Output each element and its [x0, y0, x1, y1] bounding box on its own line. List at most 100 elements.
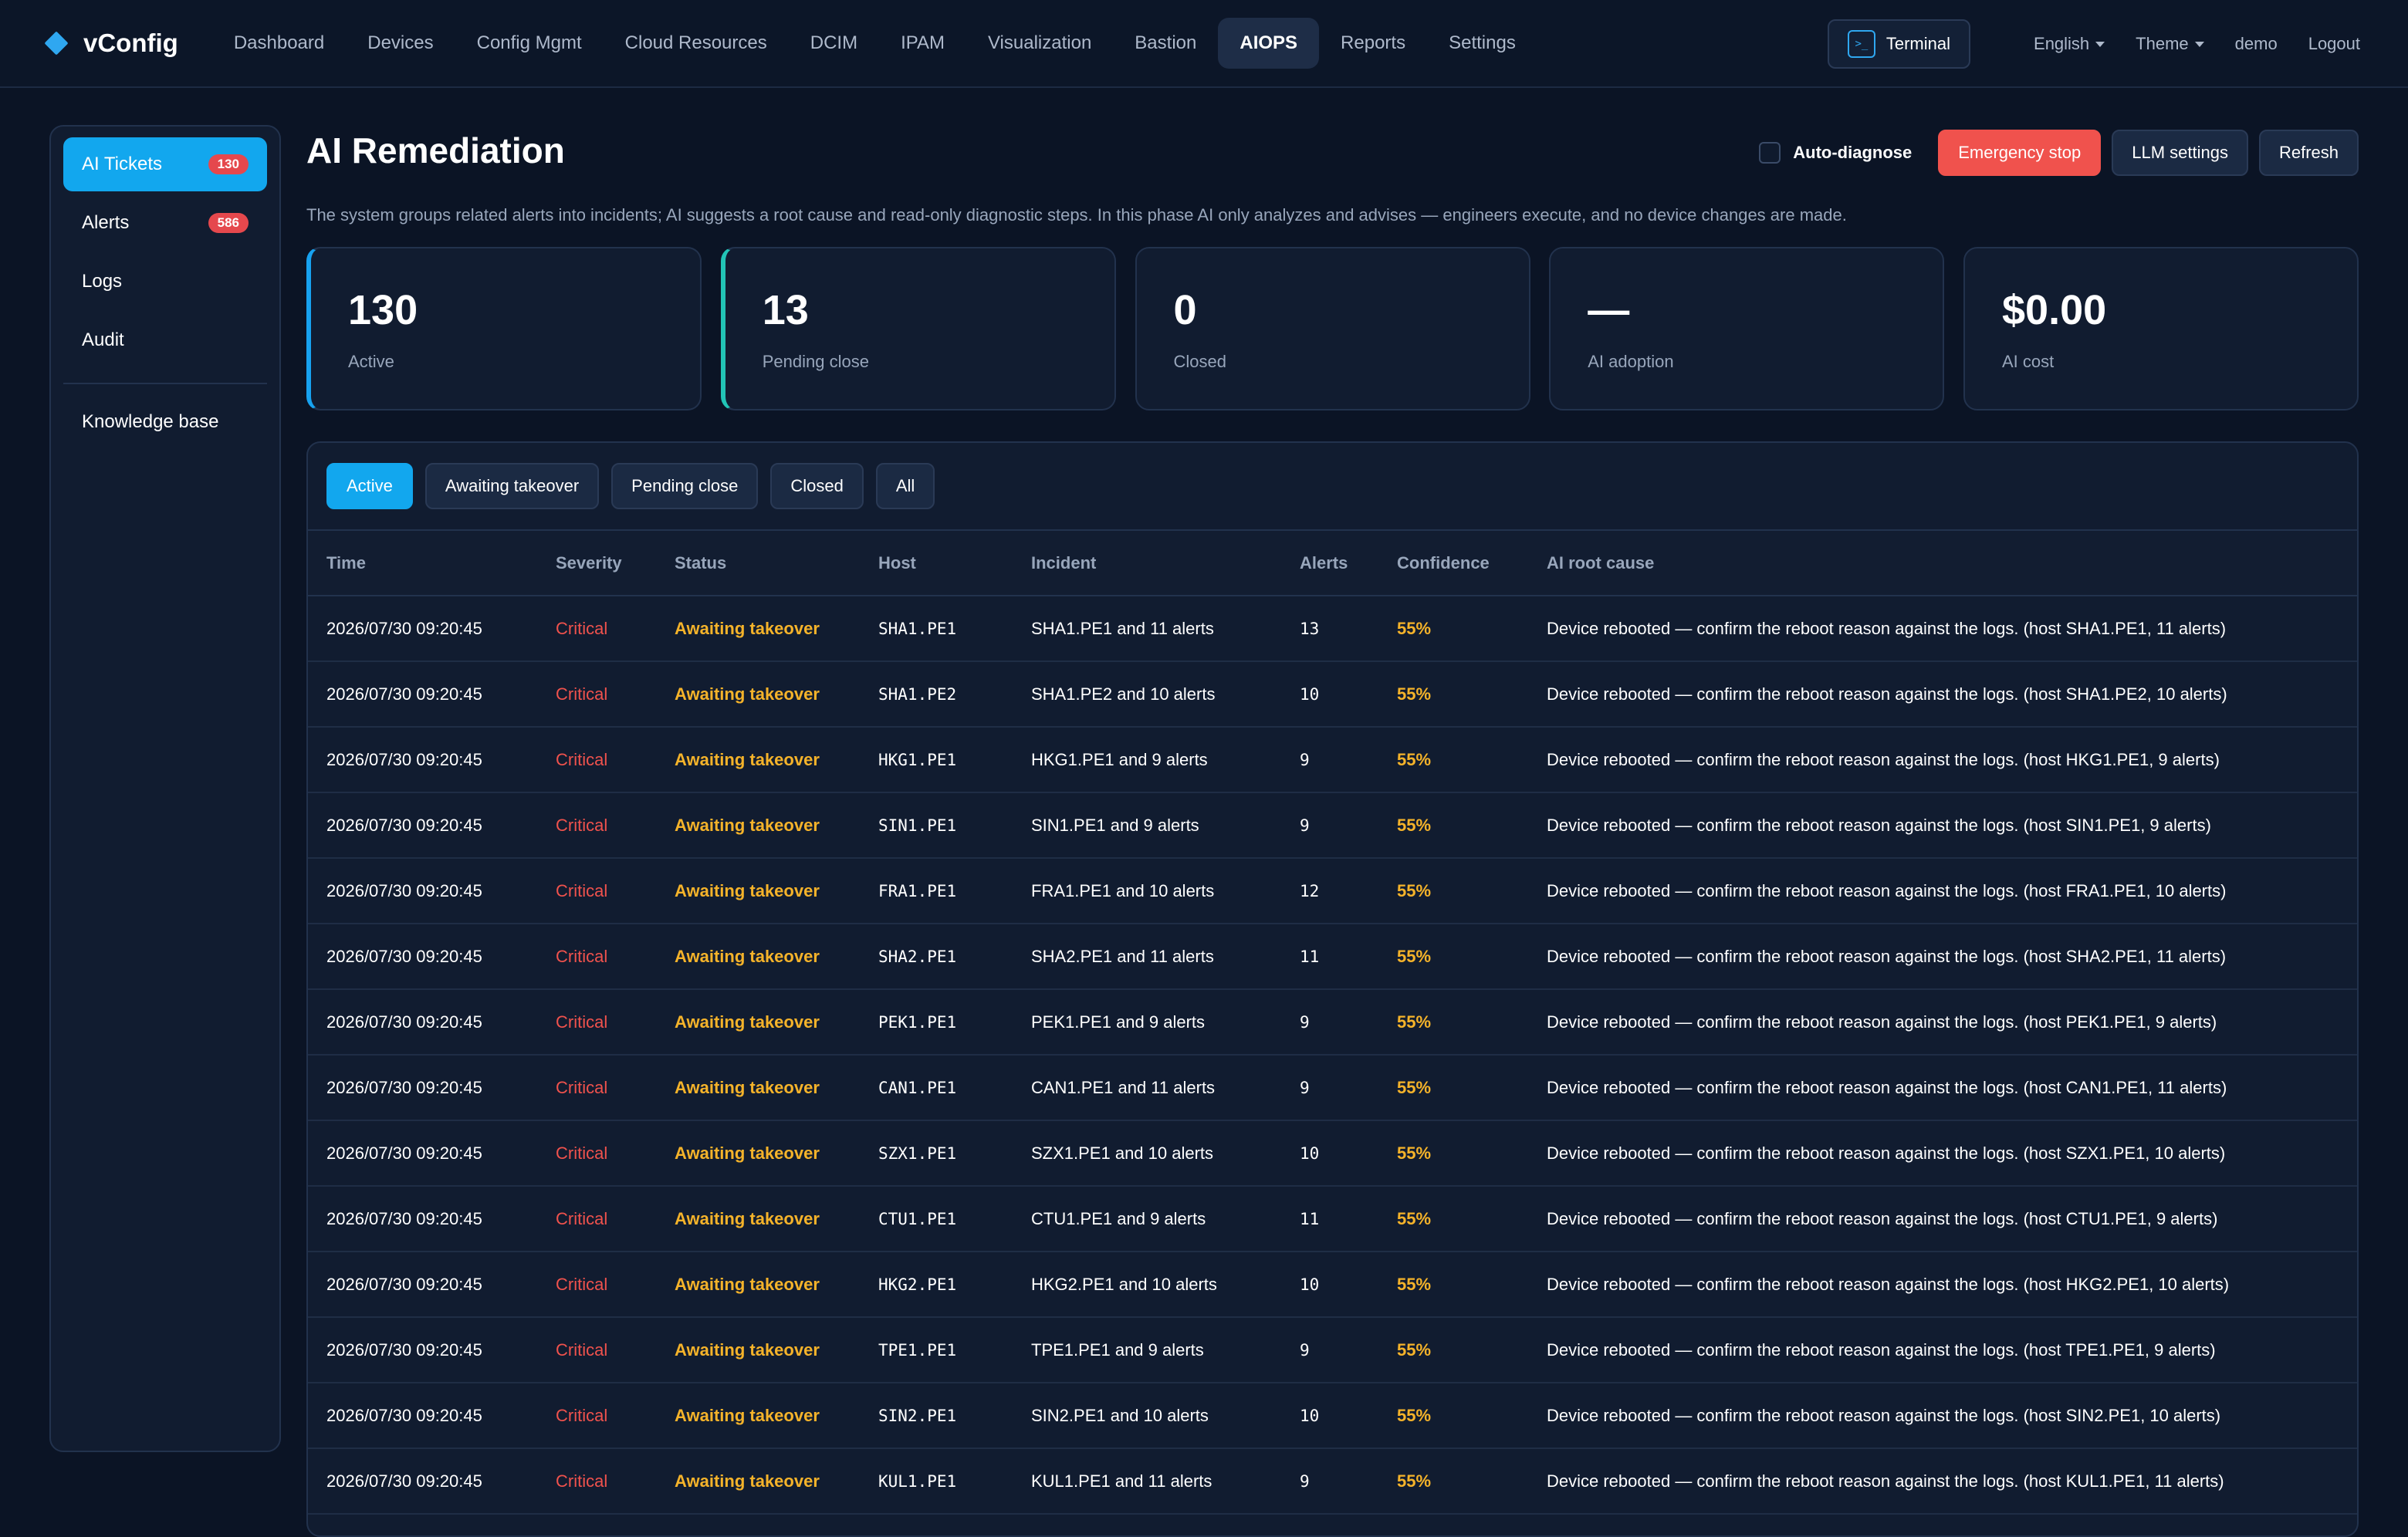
table-row[interactable]: 2026/07/30 09:20:45 Critical Awaiting take…	[308, 1252, 2357, 1318]
cell-host: HKG1.PE1	[860, 727, 1013, 793]
brand-name: vConfig	[83, 29, 178, 57]
cell-status: Awaiting takeover	[656, 1317, 860, 1383]
cell-severity: Critical	[537, 924, 656, 990]
sidebar-item-alerts[interactable]: Alerts 586	[63, 196, 267, 250]
cell-ai-root-cause: Device rebooted — confirm the reboot rea…	[1528, 858, 2357, 924]
llm-settings-button[interactable]: LLM settings	[2112, 130, 2248, 176]
chevron-down-icon	[2194, 41, 2204, 47]
terminal-label: Terminal	[1885, 34, 1951, 53]
main-nav: Dashboard Devices Config Mgmt Cloud Reso…	[212, 18, 1537, 69]
cell-status: Awaiting takeover	[656, 1252, 860, 1318]
cell-status: Awaiting takeover	[656, 858, 860, 924]
cell-alerts: 10	[1281, 1383, 1378, 1449]
nav-ipam[interactable]: IPAM	[879, 18, 966, 69]
cell-severity: Critical	[537, 1383, 656, 1449]
table-row[interactable]: 2026/07/30 09:20:45 Critical Awaiting take…	[308, 1383, 2357, 1449]
cell-ai-root-cause: Device rebooted — confirm the reboot rea…	[1528, 596, 2357, 662]
theme-label: Theme	[2136, 34, 2189, 53]
table-row[interactable]: 2026/07/30 09:20:45 Critical Awaiting take…	[308, 1120, 2357, 1187]
table-row[interactable]: 2026/07/30 09:20:45 Critical Awaiting take…	[308, 727, 2357, 793]
auto-diagnose-label[interactable]: Auto-diagnose	[1793, 143, 1912, 163]
auto-diagnose-checkbox[interactable]	[1759, 142, 1781, 164]
table-row[interactable]: 2026/07/30 09:20:45 Critical Awaiting take…	[308, 1186, 2357, 1252]
nav-bastion[interactable]: Bastion	[1113, 18, 1218, 69]
cell-incident: SHA1.PE1 and 11 alerts	[1013, 596, 1281, 662]
table-row[interactable]: 2026/07/30 09:20:45 Critical Awaiting take…	[308, 792, 2357, 859]
col-ai-root-cause[interactable]: AI root cause	[1528, 531, 2357, 596]
table-row[interactable]: 2026/07/30 09:20:45 Critical Awaiting take…	[308, 1055, 2357, 1121]
cell-ai-root-cause: Device rebooted — confirm the reboot rea…	[1528, 989, 2357, 1056]
theme-dropdown[interactable]: Theme	[2136, 34, 2204, 54]
stat-label: AI adoption	[1588, 352, 1674, 371]
filter-pending-close[interactable]: Pending close	[611, 463, 759, 509]
language-dropdown[interactable]: English	[2034, 34, 2105, 54]
nav-aiops[interactable]: AIOPS	[1218, 18, 1320, 69]
sidebar-item-ai-tickets[interactable]: AI Tickets 130	[63, 137, 267, 191]
cell-incident: CTU1.PE1 and 9 alerts	[1013, 1186, 1281, 1252]
sidebar-item-audit[interactable]: Audit	[63, 313, 267, 367]
nav-dcim[interactable]: DCIM	[789, 18, 879, 69]
nav-settings[interactable]: Settings	[1427, 18, 1537, 69]
cell-status: Awaiting takeover	[656, 1120, 860, 1187]
nav-config-mgmt[interactable]: Config Mgmt	[455, 18, 604, 69]
cell-confidence: 55%	[1378, 858, 1528, 924]
nav-reports[interactable]: Reports	[1319, 18, 1427, 69]
nav-dashboard[interactable]: Dashboard	[212, 18, 346, 69]
refresh-button[interactable]: Refresh	[2258, 130, 2359, 176]
cell-time: 2026/07/30 09:20:45	[308, 1383, 537, 1449]
nav-visualization[interactable]: Visualization	[966, 18, 1113, 69]
table-row[interactable]: 2026/07/30 09:20:45 Critical Awaiting take…	[308, 989, 2357, 1056]
brand[interactable]: vConfig	[44, 29, 178, 58]
cell-alerts: 9	[1281, 792, 1378, 859]
table-row[interactable]: 2026/07/30 09:20:45 Critical Awaiting take…	[308, 596, 2357, 662]
cell-host: SHA1.PE2	[860, 661, 1013, 728]
col-time[interactable]: Time	[308, 531, 537, 596]
table-row[interactable]: 2026/07/30 09:20:45 Critical Awaiting take…	[308, 858, 2357, 924]
stat-card-active: 130 Active	[306, 247, 702, 410]
stat-card-ai-adoption: — AI adoption	[1549, 247, 1945, 410]
col-host[interactable]: Host	[860, 531, 1013, 596]
table-row[interactable]: 2026/07/30 09:20:45 Critical Awaiting take…	[308, 661, 2357, 728]
sidebar: AI Tickets 130 Alerts 586 Logs Audit Kno…	[49, 125, 281, 1452]
col-confidence[interactable]: Confidence	[1378, 531, 1528, 596]
diamond-logo-icon	[44, 31, 69, 56]
stat-value: —	[1588, 287, 1630, 333]
filter-awaiting-takeover[interactable]: Awaiting takeover	[424, 463, 600, 509]
emergency-stop-button[interactable]: Emergency stop	[1938, 130, 2102, 176]
cell-status: Awaiting takeover	[656, 989, 860, 1056]
col-severity[interactable]: Severity	[537, 531, 656, 596]
cell-ai-root-cause: Device rebooted — confirm the reboot rea…	[1528, 661, 2357, 728]
cell-severity: Critical	[537, 1055, 656, 1121]
cell-status: Awaiting takeover	[656, 661, 860, 728]
logout-link[interactable]: Logout	[2308, 34, 2360, 54]
sidebar-item-knowledge-base[interactable]: Knowledge base	[63, 395, 267, 449]
filter-active[interactable]: Active	[326, 463, 413, 509]
filter-closed[interactable]: Closed	[770, 463, 864, 509]
cell-confidence: 55%	[1378, 1448, 1528, 1515]
table-header-row: Time Severity Status Host Incident Alert…	[308, 531, 2357, 596]
sidebar-item-logs[interactable]: Logs	[63, 255, 267, 309]
nav-devices[interactable]: Devices	[346, 18, 455, 69]
terminal-button[interactable]: >_ Terminal	[1827, 19, 1971, 69]
cell-severity: Critical	[537, 1252, 656, 1318]
cell-severity: Critical	[537, 661, 656, 728]
cell-confidence: 55%	[1378, 1186, 1528, 1252]
col-incident[interactable]: Incident	[1013, 531, 1281, 596]
col-alerts[interactable]: Alerts	[1281, 531, 1378, 596]
terminal-icon: >_	[1847, 30, 1875, 58]
table-row[interactable]: 2026/07/30 09:20:45 Critical Awaiting take…	[308, 924, 2357, 990]
stat-value: $0.00	[2002, 287, 2107, 333]
col-status[interactable]: Status	[656, 531, 860, 596]
cell-confidence: 55%	[1378, 1120, 1528, 1187]
filter-all[interactable]: All	[875, 463, 935, 509]
table-row[interactable]: 2026/07/30 09:20:45 Critical Awaiting take…	[308, 1317, 2357, 1383]
cell-incident: PEK1.PE1 and 9 alerts	[1013, 989, 1281, 1056]
nav-cloud-resources[interactable]: Cloud Resources	[604, 18, 789, 69]
table-row[interactable]: 2026/07/30 09:20:45 Critical Awaiting take…	[308, 1448, 2357, 1515]
cell-severity: Critical	[537, 596, 656, 662]
page-description: The system groups related alerts into in…	[306, 205, 1847, 225]
cell-time: 2026/07/30 09:20:45	[308, 858, 537, 924]
sidebar-item-label: Knowledge base	[82, 411, 219, 432]
cell-severity: Critical	[537, 792, 656, 859]
user-name[interactable]: demo	[2235, 34, 2278, 54]
